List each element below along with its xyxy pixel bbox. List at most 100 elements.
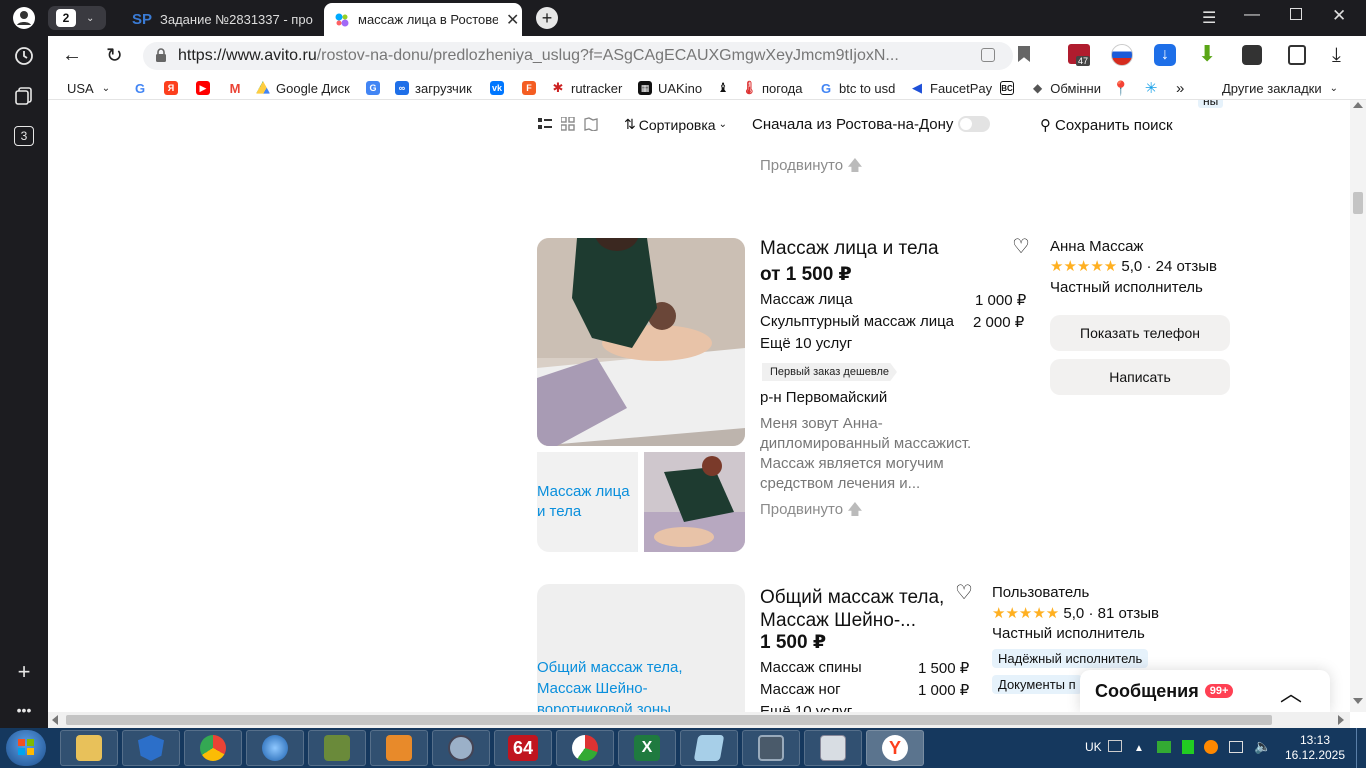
close-window-icon[interactable]: ✕	[1332, 6, 1346, 26]
listing1-more-services[interactable]: Ещё 10 услуг	[760, 335, 852, 352]
bookmark-translate[interactable]: G	[366, 79, 386, 97]
tray-colorful-icon[interactable]	[1204, 740, 1218, 754]
profile-icon[interactable]	[12, 6, 36, 30]
reviews-link[interactable]: 24 отзыв	[1156, 258, 1217, 275]
copy-url-icon[interactable]	[981, 48, 995, 62]
bookmark-bc[interactable]: BC	[1000, 79, 1020, 97]
downloads-icon[interactable]: ⤓	[1332, 44, 1341, 67]
minimize-icon[interactable]: —	[1244, 6, 1260, 24]
extensions-icon[interactable]	[1288, 45, 1306, 65]
horizontal-scroll-thumb[interactable]	[66, 715, 1272, 725]
show-phone-button[interactable]: Показать телефон	[1050, 315, 1230, 351]
listing1-thumb-image[interactable]	[644, 452, 745, 552]
write-message-button[interactable]: Написать	[1050, 359, 1230, 395]
show-desktop-button[interactable]	[1356, 728, 1366, 768]
taskbar-wise[interactable]	[122, 730, 180, 766]
taskbar-network[interactable]	[308, 730, 366, 766]
close-tab-icon[interactable]: ✕	[506, 10, 519, 30]
bookmark-vk[interactable]: vk	[490, 79, 510, 97]
sort-button[interactable]: ⇅ Сортировка ⌄	[624, 116, 727, 133]
favorite-heart-icon[interactable]: ♡	[1012, 234, 1030, 259]
chevron-up-icon[interactable]: ︿	[1280, 676, 1302, 708]
listing2-more-services[interactable]: Ещё 10 услуг	[760, 703, 852, 712]
add-icon[interactable]: +	[12, 659, 36, 684]
listing1-thumb-broken[interactable]: Массаж лица и тела	[537, 452, 638, 552]
listing2-seller[interactable]: Пользователь	[992, 584, 1089, 601]
listing1-title[interactable]: Массаж лица и тела	[760, 238, 939, 260]
menu-icon[interactable]: ☰	[1202, 8, 1216, 28]
keyboard-icon[interactable]	[1108, 740, 1122, 752]
taskbar-globe[interactable]	[246, 730, 304, 766]
bookmark-obminni[interactable]: ◆ Обмінни	[1031, 79, 1101, 97]
bookmark-rutracker[interactable]: ✱ rutracker	[551, 79, 622, 97]
listing1-seller[interactable]: Анна Массаж	[1050, 238, 1143, 255]
save-search-button[interactable]: ⚲ Сохранить поиск	[1040, 116, 1173, 135]
language-indicator[interactable]: UK	[1085, 740, 1102, 754]
bookmark-f[interactable]: F	[522, 79, 542, 97]
taskbar-clock[interactable]	[432, 730, 490, 766]
taskbar-media[interactable]	[370, 730, 428, 766]
bookmark-maps[interactable]: 📍	[1112, 79, 1134, 97]
map-view-icon[interactable]	[584, 117, 598, 132]
back-icon[interactable]: ←	[62, 44, 82, 67]
history-icon[interactable]	[12, 44, 36, 68]
taskbar-yandex-browser[interactable]: Y	[866, 730, 924, 766]
bookmark-uakino[interactable]: ▦ UAKino	[638, 79, 702, 97]
bookmark-yandex[interactable]: Я	[164, 79, 184, 97]
bookmark-gmail[interactable]: M	[228, 79, 248, 97]
bookmark-chess[interactable]: ♝	[716, 79, 736, 97]
vpn-extension-icon[interactable]	[1111, 44, 1133, 66]
extension-icon[interactable]: 47	[1068, 44, 1092, 68]
bookmark-star[interactable]: ✳	[1144, 79, 1164, 97]
taskbar-computer[interactable]	[742, 730, 800, 766]
taskbar-aida64[interactable]: 64	[494, 730, 552, 766]
taskbar-calculator[interactable]	[804, 730, 862, 766]
battery-icon[interactable]	[1182, 740, 1194, 754]
scroll-up-icon[interactable]	[1353, 102, 1363, 108]
puzzle-extension-icon[interactable]	[1242, 45, 1262, 65]
tray-clock[interactable]: 13:13 16.12.2025	[1280, 733, 1350, 763]
listing2-title[interactable]: Общий массаж тела, Массаж Шейно-...	[760, 586, 960, 632]
list-view-icon[interactable]	[538, 117, 552, 131]
new-tab-icon[interactable]: +	[536, 7, 558, 29]
bookmark-google[interactable]: G	[133, 79, 153, 97]
volume-icon[interactable]: 🔈	[1254, 738, 1271, 755]
bookmark-usa[interactable]: USA ⌄	[67, 79, 110, 97]
tray-arrow-icon[interactable]: ▲	[1134, 743, 1144, 754]
bookmark-faucetpay[interactable]: ◀ FaucetPay	[910, 79, 992, 97]
scroll-down-icon[interactable]	[1353, 698, 1363, 704]
vertical-scrollbar[interactable]	[1350, 100, 1366, 712]
url-field[interactable]: https://www.avito.ru/rostov-na-donu/pred…	[143, 42, 1013, 70]
more-icon[interactable]: •••	[12, 698, 36, 722]
listing1-main-image[interactable]	[537, 238, 745, 446]
other-bookmarks[interactable]: Другие закладки ⌄	[1222, 79, 1338, 97]
bookmark-zagruzchik[interactable]: ∞ загрузчик	[395, 79, 472, 97]
counter-icon[interactable]: 3	[12, 124, 36, 148]
bookmark-pogoda[interactable]: 🌡 погода	[741, 79, 803, 97]
tray-app-icon[interactable]	[1157, 741, 1171, 753]
restore-icon[interactable]	[1290, 8, 1302, 20]
green-download-icon[interactable]: ⬇	[1198, 43, 1220, 66]
listing2-image[interactable]: Общий массаж тела, Массаж Шейно-воротник…	[537, 584, 745, 712]
favorite-heart-icon[interactable]: ♡	[955, 580, 973, 605]
network-tray-icon[interactable]	[1229, 741, 1243, 753]
tab-avito[interactable]: массаж лица в Ростове ✕	[324, 3, 522, 36]
grid-view-icon[interactable]	[560, 116, 575, 131]
bookmark-youtube[interactable]: ▶	[196, 79, 216, 97]
bookmark-google-drive[interactable]: Google Диск	[256, 79, 350, 97]
bookmark-icon[interactable]	[1018, 46, 1030, 62]
horizontal-scrollbar[interactable]	[48, 712, 1350, 728]
start-button[interactable]	[6, 730, 46, 766]
tab-group-button[interactable]: 2 ⌄	[48, 6, 106, 30]
scroll-right-icon[interactable]	[1338, 715, 1344, 725]
bookmark-btc[interactable]: Gbtc to usd	[819, 79, 895, 97]
messages-widget[interactable]: Сообщения 99+ ︿	[1080, 670, 1330, 712]
vertical-scroll-thumb[interactable]	[1353, 192, 1363, 214]
download-extension-icon[interactable]: ↓	[1154, 44, 1176, 66]
reviews-link[interactable]: 81 отзыв	[1098, 605, 1159, 622]
collections-icon[interactable]	[12, 84, 36, 108]
more-bookmarks-icon[interactable]: »	[1176, 79, 1184, 97]
taskbar-chrome[interactable]	[184, 730, 242, 766]
reload-icon[interactable]: ↻	[106, 43, 123, 68]
taskbar-excel[interactable]: X	[618, 730, 676, 766]
